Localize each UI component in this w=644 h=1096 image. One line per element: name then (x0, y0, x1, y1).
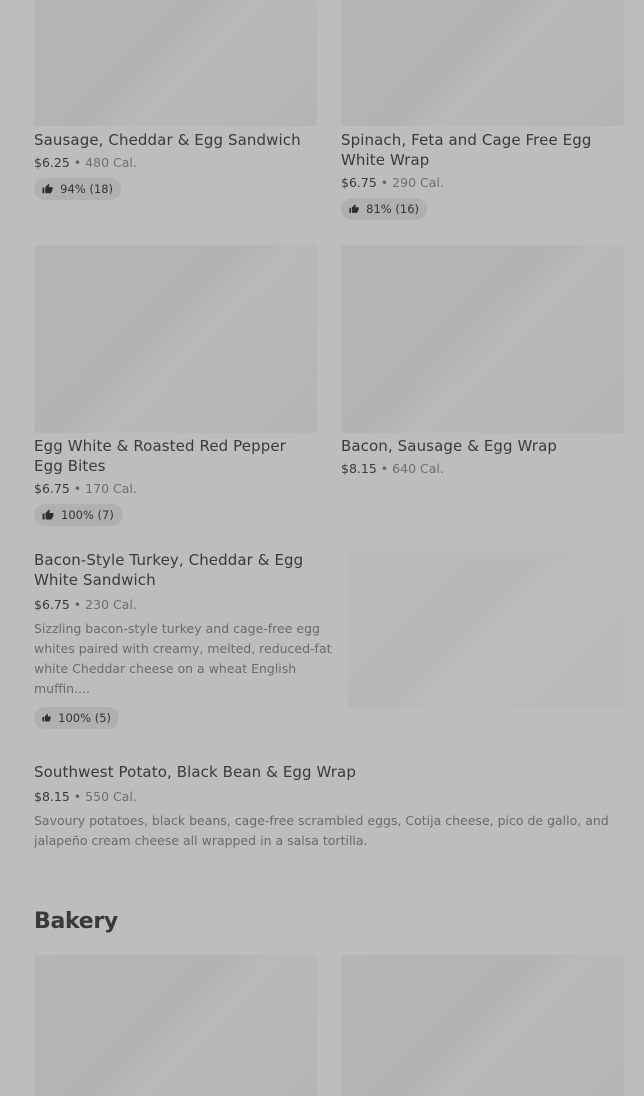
menu-item-card[interactable]: Spinach, Feta and Cage Free Egg White Wr… (341, 0, 624, 225)
rating-text: 81% (16) (366, 202, 419, 216)
item-price-calories: $6.75 • 230 Cal. (34, 597, 137, 613)
item-image[interactable] (341, 0, 624, 126)
item-image[interactable] (341, 955, 624, 1096)
item-price-calories: $8.15 • 640 Cal. (341, 461, 444, 477)
rating-text: 100% (7) (61, 508, 114, 522)
rating-text: 94% (18) (60, 182, 113, 196)
item-name: Egg White & Roasted Red Pepper Egg Bites (34, 437, 286, 475)
item-price: $6.75 (34, 481, 70, 496)
separator-dot: • (73, 789, 82, 804)
item-price-calories: $6.75 • 290 Cal. (341, 175, 444, 191)
item-price-calories: $8.15 • 550 Cal. (34, 789, 137, 805)
item-calories: 480 Cal. (85, 155, 137, 170)
rating-badge: 100% (7) (34, 504, 123, 526)
menu-page: Sausage, Cheddar & Egg Sandwich $6.25 • 48… (0, 0, 644, 1096)
item-calories: 290 Cal. (392, 175, 444, 190)
separator-dot: • (73, 155, 82, 170)
item-price: $8.15 (341, 461, 377, 476)
item-calories: 550 Cal. (85, 789, 137, 804)
menu-item-card[interactable]: Southwest Potato, Black Bean & Egg Wrap … (34, 762, 624, 854)
menu-item-card[interactable]: Egg White & Roasted Red Pepper Egg Bites… (34, 245, 317, 527)
item-price: $6.75 (34, 597, 70, 612)
item-name: Spinach, Feta and Cage Free Egg White Wr… (341, 131, 592, 169)
thumbs-up-icon (349, 204, 359, 213)
thumbs-up-icon (42, 713, 51, 722)
thumbs-up-icon (42, 183, 53, 194)
item-name: Bacon, Sausage & Egg Wrap (341, 437, 557, 455)
rating-badge: 81% (16) (341, 198, 427, 220)
item-price-calories: $6.25 • 480 Cal. (34, 155, 137, 171)
item-description: Savoury potatoes, black beans, cage-free… (34, 813, 609, 848)
thumbs-up-icon (42, 509, 54, 520)
separator-dot: • (380, 175, 389, 190)
item-price: $8.15 (34, 789, 70, 804)
item-image[interactable] (341, 245, 624, 433)
section-title-bakery: Bakery (34, 909, 118, 934)
item-name: Southwest Potato, Black Bean & Egg Wrap (34, 763, 356, 781)
item-image[interactable] (34, 245, 317, 433)
item-calories: 170 Cal. (85, 481, 137, 496)
separator-dot: • (73, 481, 82, 496)
separator-dot: • (73, 597, 82, 612)
menu-item-card[interactable] (341, 955, 624, 1096)
item-image[interactable] (34, 0, 317, 126)
item-name: Bacon-Style Turkey, Cheddar & Egg White … (34, 551, 304, 589)
menu-item-card[interactable]: Sausage, Cheddar & Egg Sandwich $6.25 • 48… (34, 0, 317, 205)
item-calories: 640 Cal. (392, 461, 444, 476)
item-price-calories: $6.75 • 170 Cal. (34, 481, 137, 497)
item-image[interactable] (348, 553, 624, 708)
item-image[interactable] (34, 955, 317, 1096)
item-calories: 230 Cal. (85, 597, 137, 612)
item-price: $6.75 (341, 175, 377, 190)
item-price: $6.25 (34, 155, 70, 170)
rating-text: 100% (5) (58, 711, 111, 725)
item-description: Sizzling bacon-style turkey and cage-fre… (34, 621, 332, 696)
separator-dot: • (380, 461, 389, 476)
rating-badge: 100% (5) (34, 707, 119, 729)
menu-item-card[interactable]: Bacon-Style Turkey, Cheddar & Egg White … (34, 550, 624, 732)
item-name: Sausage, Cheddar & Egg Sandwich (34, 131, 301, 149)
rating-badge: 94% (18) (34, 178, 121, 200)
menu-item-card[interactable]: Bacon, Sausage & Egg Wrap $8.15 • 640 Cal. (341, 245, 624, 485)
menu-item-card[interactable] (34, 955, 317, 1096)
